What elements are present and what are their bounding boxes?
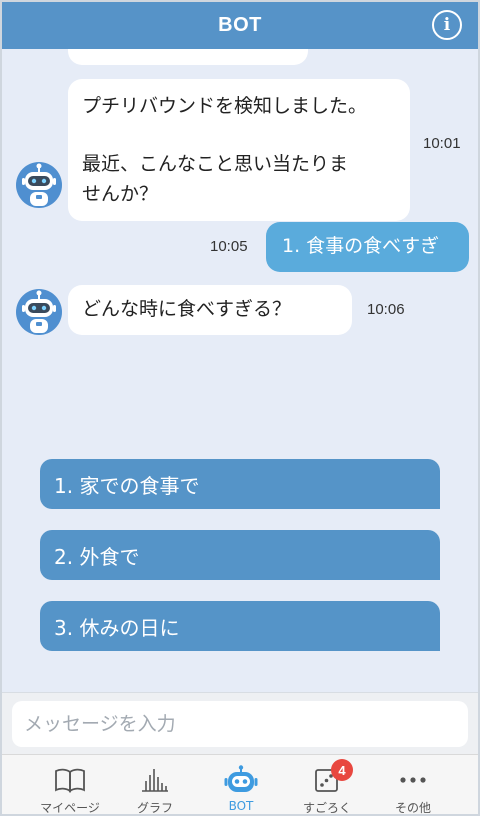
bot-message-1-line-3: 最近、こんなこと思い当たりま: [82, 153, 349, 175]
app-frame: BOT i プチリバウンドを検知しました。 最近、こんなこと思い当たりま せんか…: [0, 0, 480, 816]
tab-bot-label: BOT: [228, 799, 254, 813]
bot-message-2: どんな時に食べすぎる？: [68, 285, 352, 335]
tab-bar: マイページ グラフ BOT 4 すごろく その他: [2, 754, 478, 815]
robot-icon: [223, 765, 259, 795]
tab-sugoroku-label: すごろく: [302, 801, 351, 815]
choice-button-2[interactable]: 2. 外食で: [40, 530, 440, 580]
chat-area[interactable]: プチリバウンドを検知しました。 最近、こんなこと思い当たりま せんか？ 10:0…: [2, 49, 478, 692]
bar-chart-icon: [137, 765, 173, 795]
bot-message-1-line-1: プチリバウンドを検知しました。: [82, 95, 368, 117]
header-bar: BOT i: [2, 2, 478, 49]
tab-sugoroku[interactable]: 4 すごろく: [282, 755, 372, 815]
message-time: 10:05: [210, 238, 248, 255]
tab-graph[interactable]: グラフ: [110, 755, 200, 815]
user-message: 1. 食事の食べすぎ: [266, 222, 469, 272]
notification-badge: 4: [331, 759, 353, 781]
message-time: 10:01: [423, 135, 461, 152]
dice-icon: 4: [309, 759, 353, 795]
tab-mypage-label: マイページ: [40, 801, 100, 815]
choice-button-3[interactable]: 3. 休みの日に: [40, 601, 440, 651]
bot-message-1-line-4: せんか？: [82, 183, 159, 205]
message-input[interactable]: [12, 701, 468, 747]
tab-more-label: その他: [394, 801, 431, 815]
book-icon: [52, 765, 88, 795]
tab-more[interactable]: その他: [368, 755, 458, 815]
tab-graph-label: グラフ: [136, 801, 173, 815]
bot-avatar: [16, 162, 62, 208]
page-title: BOT: [218, 14, 262, 36]
tab-mypage[interactable]: マイページ: [25, 755, 115, 815]
previous-bot-bubble: [68, 49, 308, 65]
message-time: 10:06: [367, 301, 405, 318]
info-icon[interactable]: i: [432, 10, 462, 40]
bot-avatar: [16, 289, 62, 335]
bot-message-1: プチリバウンドを検知しました。 最近、こんなこと思い当たりま せんか？: [68, 79, 410, 221]
bot-message-1-line-2: [82, 121, 396, 149]
input-bar: [2, 692, 478, 754]
more-icon: [395, 765, 431, 795]
choice-button-1[interactable]: 1. 家での食事で: [40, 459, 440, 509]
tab-bot[interactable]: BOT: [196, 755, 286, 814]
